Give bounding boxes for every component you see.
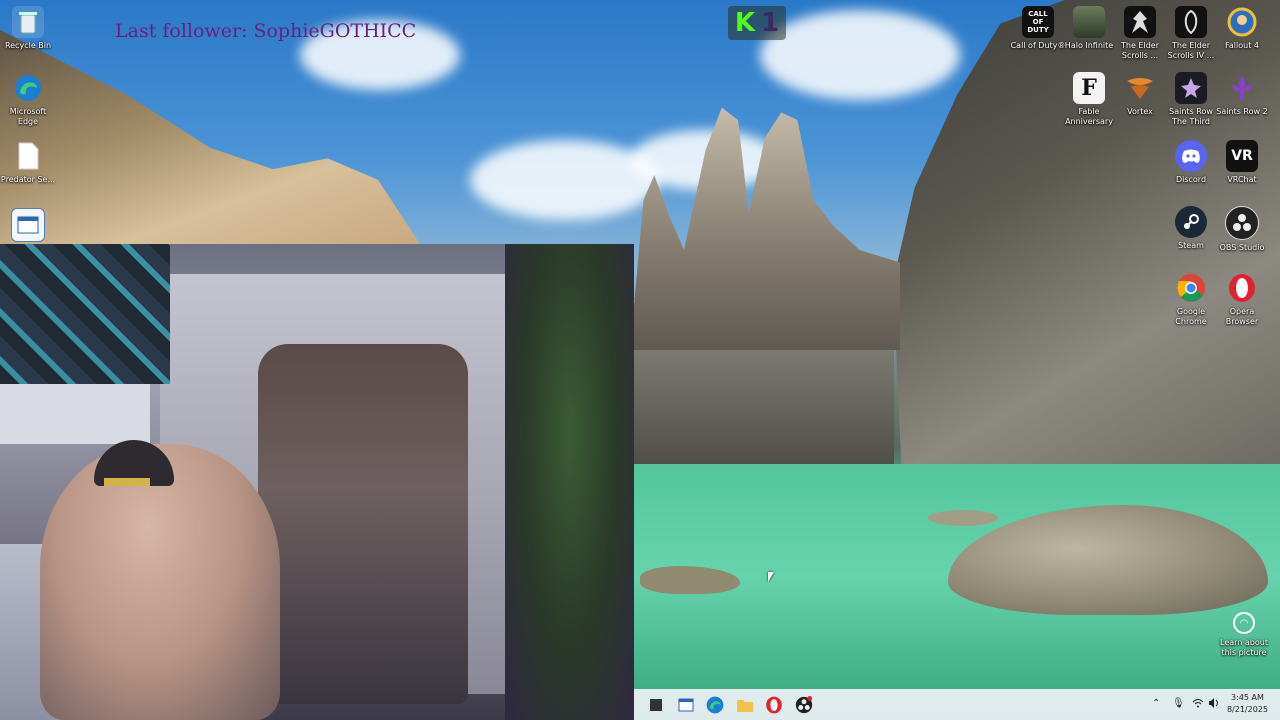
recycle-bin-icon xyxy=(12,6,44,38)
icon-label: Opera Browser xyxy=(1225,307,1259,326)
desktop-icon-saints-row-third[interactable]: Saints Row The Third xyxy=(1163,72,1219,127)
desktop-icon-fable[interactable]: F Fable Anniversary xyxy=(1061,72,1117,127)
discord-icon xyxy=(1175,140,1207,172)
window-app-icon xyxy=(11,208,45,242)
call-of-duty-icon: CALL OF DUTY xyxy=(1022,6,1054,38)
learn-label: Learn about this picture xyxy=(1220,638,1268,657)
icon-label: Predator Se... xyxy=(0,175,56,184)
vortex-icon xyxy=(1124,72,1156,104)
icon-label: VRChat xyxy=(1227,175,1257,184)
desktop-icon-obs[interactable]: OBS Studio xyxy=(1214,206,1270,253)
icon-label: Saints Row 2 xyxy=(1216,107,1268,116)
webcam-feed xyxy=(0,244,634,720)
icon-label: Halo Infinite xyxy=(1064,41,1114,50)
opera-icon xyxy=(1226,272,1258,304)
fallout-icon xyxy=(1226,6,1258,38)
desktop-icon-call-of-duty[interactable]: CALL OF DUTY Call of Duty® xyxy=(1010,6,1066,51)
webcam-tapestry xyxy=(0,244,170,384)
desktop-icon-fallout[interactable]: Fallout 4 xyxy=(1214,6,1270,51)
taskbar-obs-button[interactable] xyxy=(794,695,814,715)
icon-label: Steam xyxy=(1178,241,1204,250)
mouse-cursor-icon xyxy=(768,572,774,582)
icon-label: Fable Anniversary xyxy=(1065,107,1113,126)
icon-label: Call of Duty® xyxy=(1010,41,1066,50)
document-icon xyxy=(12,140,44,172)
clock-time: 3:45 AM xyxy=(1231,693,1264,702)
taskbar-edge-button[interactable] xyxy=(705,695,725,715)
steam-icon xyxy=(1175,206,1207,238)
rock xyxy=(928,510,998,526)
desktop-icon-edge[interactable]: Microsoft Edge xyxy=(0,72,56,127)
chrome-icon xyxy=(1175,272,1207,304)
desktop-icon-elder-scrolls-iv[interactable]: The Elder Scrolls IV ... xyxy=(1163,6,1219,61)
elder-scrolls-icon xyxy=(1124,6,1156,38)
taskbar-file-explorer-button[interactable] xyxy=(735,695,755,715)
icon-label: Fallout 4 xyxy=(1225,41,1259,50)
learn-about-picture[interactable]: ◠ Learn about this picture xyxy=(1216,612,1272,658)
icon-label: OBS Studio xyxy=(1219,243,1265,252)
desktop-icon-saints-row-2[interactable]: Saints Row 2 xyxy=(1214,72,1270,117)
webcam-green-tapestry xyxy=(505,244,634,720)
icon-label: Saints Row The Third xyxy=(1169,107,1213,126)
show-hidden-icons-chevron-up-icon[interactable]: ⌃ xyxy=(1152,698,1160,709)
webcam-cap-band xyxy=(104,478,150,486)
fable-icon: F xyxy=(1073,72,1105,104)
halo-icon xyxy=(1073,6,1105,38)
desktop-icon-vrchat[interactable]: VR VRChat xyxy=(1214,140,1270,185)
obs-icon xyxy=(1225,206,1259,240)
vrchat-icon: VR xyxy=(1226,140,1258,172)
camera-info-icon: ◠ xyxy=(1233,612,1255,634)
microphone-icon[interactable]: 🎙 xyxy=(1172,698,1185,709)
taskbar: ⌃ 🎙 3:45 AM 8/21/2025 xyxy=(634,689,1280,720)
desktop-icon-discord[interactable]: Discord xyxy=(1163,140,1219,185)
desktop-icon-chrome[interactable]: Google Chrome xyxy=(1163,272,1219,327)
system-clock[interactable]: 3:45 AM 8/21/2025 xyxy=(1227,692,1268,716)
desktop-icon-steam[interactable]: Steam xyxy=(1163,206,1219,251)
desktop-icon-vortex[interactable]: Vortex xyxy=(1112,72,1168,117)
desktop-icon-window-app[interactable] xyxy=(0,208,56,242)
taskbar-app-window[interactable] xyxy=(676,695,696,715)
kick-count: 1 xyxy=(761,8,780,38)
desktop-icon-recycle-bin[interactable]: Recycle Bin xyxy=(0,6,56,51)
icon-label: Google Chrome xyxy=(1175,307,1207,326)
desktop-icon-predator[interactable]: Predator Se... xyxy=(0,140,56,185)
task-view-button[interactable] xyxy=(646,695,666,715)
saints-row-third-icon xyxy=(1175,72,1207,104)
icon-label: Discord xyxy=(1175,175,1207,184)
icon-label: Microsoft Edge xyxy=(9,107,47,126)
kick-viewer-badge: K 1 xyxy=(728,6,786,40)
volume-icon[interactable] xyxy=(1208,698,1220,711)
webcam-chair xyxy=(258,344,468,704)
icon-label: Recycle Bin xyxy=(4,41,52,50)
icon-label: The Elder Scrolls ... xyxy=(1121,41,1159,60)
last-follower-alert: Last follower: SophieGOTHICC xyxy=(115,20,417,42)
desktop-icon-halo[interactable]: Halo Infinite xyxy=(1061,6,1117,51)
elder-scrolls-iv-icon xyxy=(1175,6,1207,38)
taskbar-opera-button[interactable] xyxy=(764,695,784,715)
clock-date: 8/21/2025 xyxy=(1226,705,1268,714)
desktop-icon-opera[interactable]: Opera Browser xyxy=(1214,272,1270,327)
cloud xyxy=(760,10,960,100)
webcam-shelf xyxy=(0,384,150,444)
wifi-icon[interactable] xyxy=(1192,698,1204,711)
icon-label: The Elder Scrolls IV ... xyxy=(1167,41,1215,60)
icon-label: Vortex xyxy=(1127,107,1153,116)
kick-logo-icon: K xyxy=(734,8,756,38)
edge-icon xyxy=(12,72,44,104)
saints-row-2-icon xyxy=(1226,72,1258,104)
desktop-icon-elder-scrolls[interactable]: The Elder Scrolls ... xyxy=(1112,6,1168,61)
